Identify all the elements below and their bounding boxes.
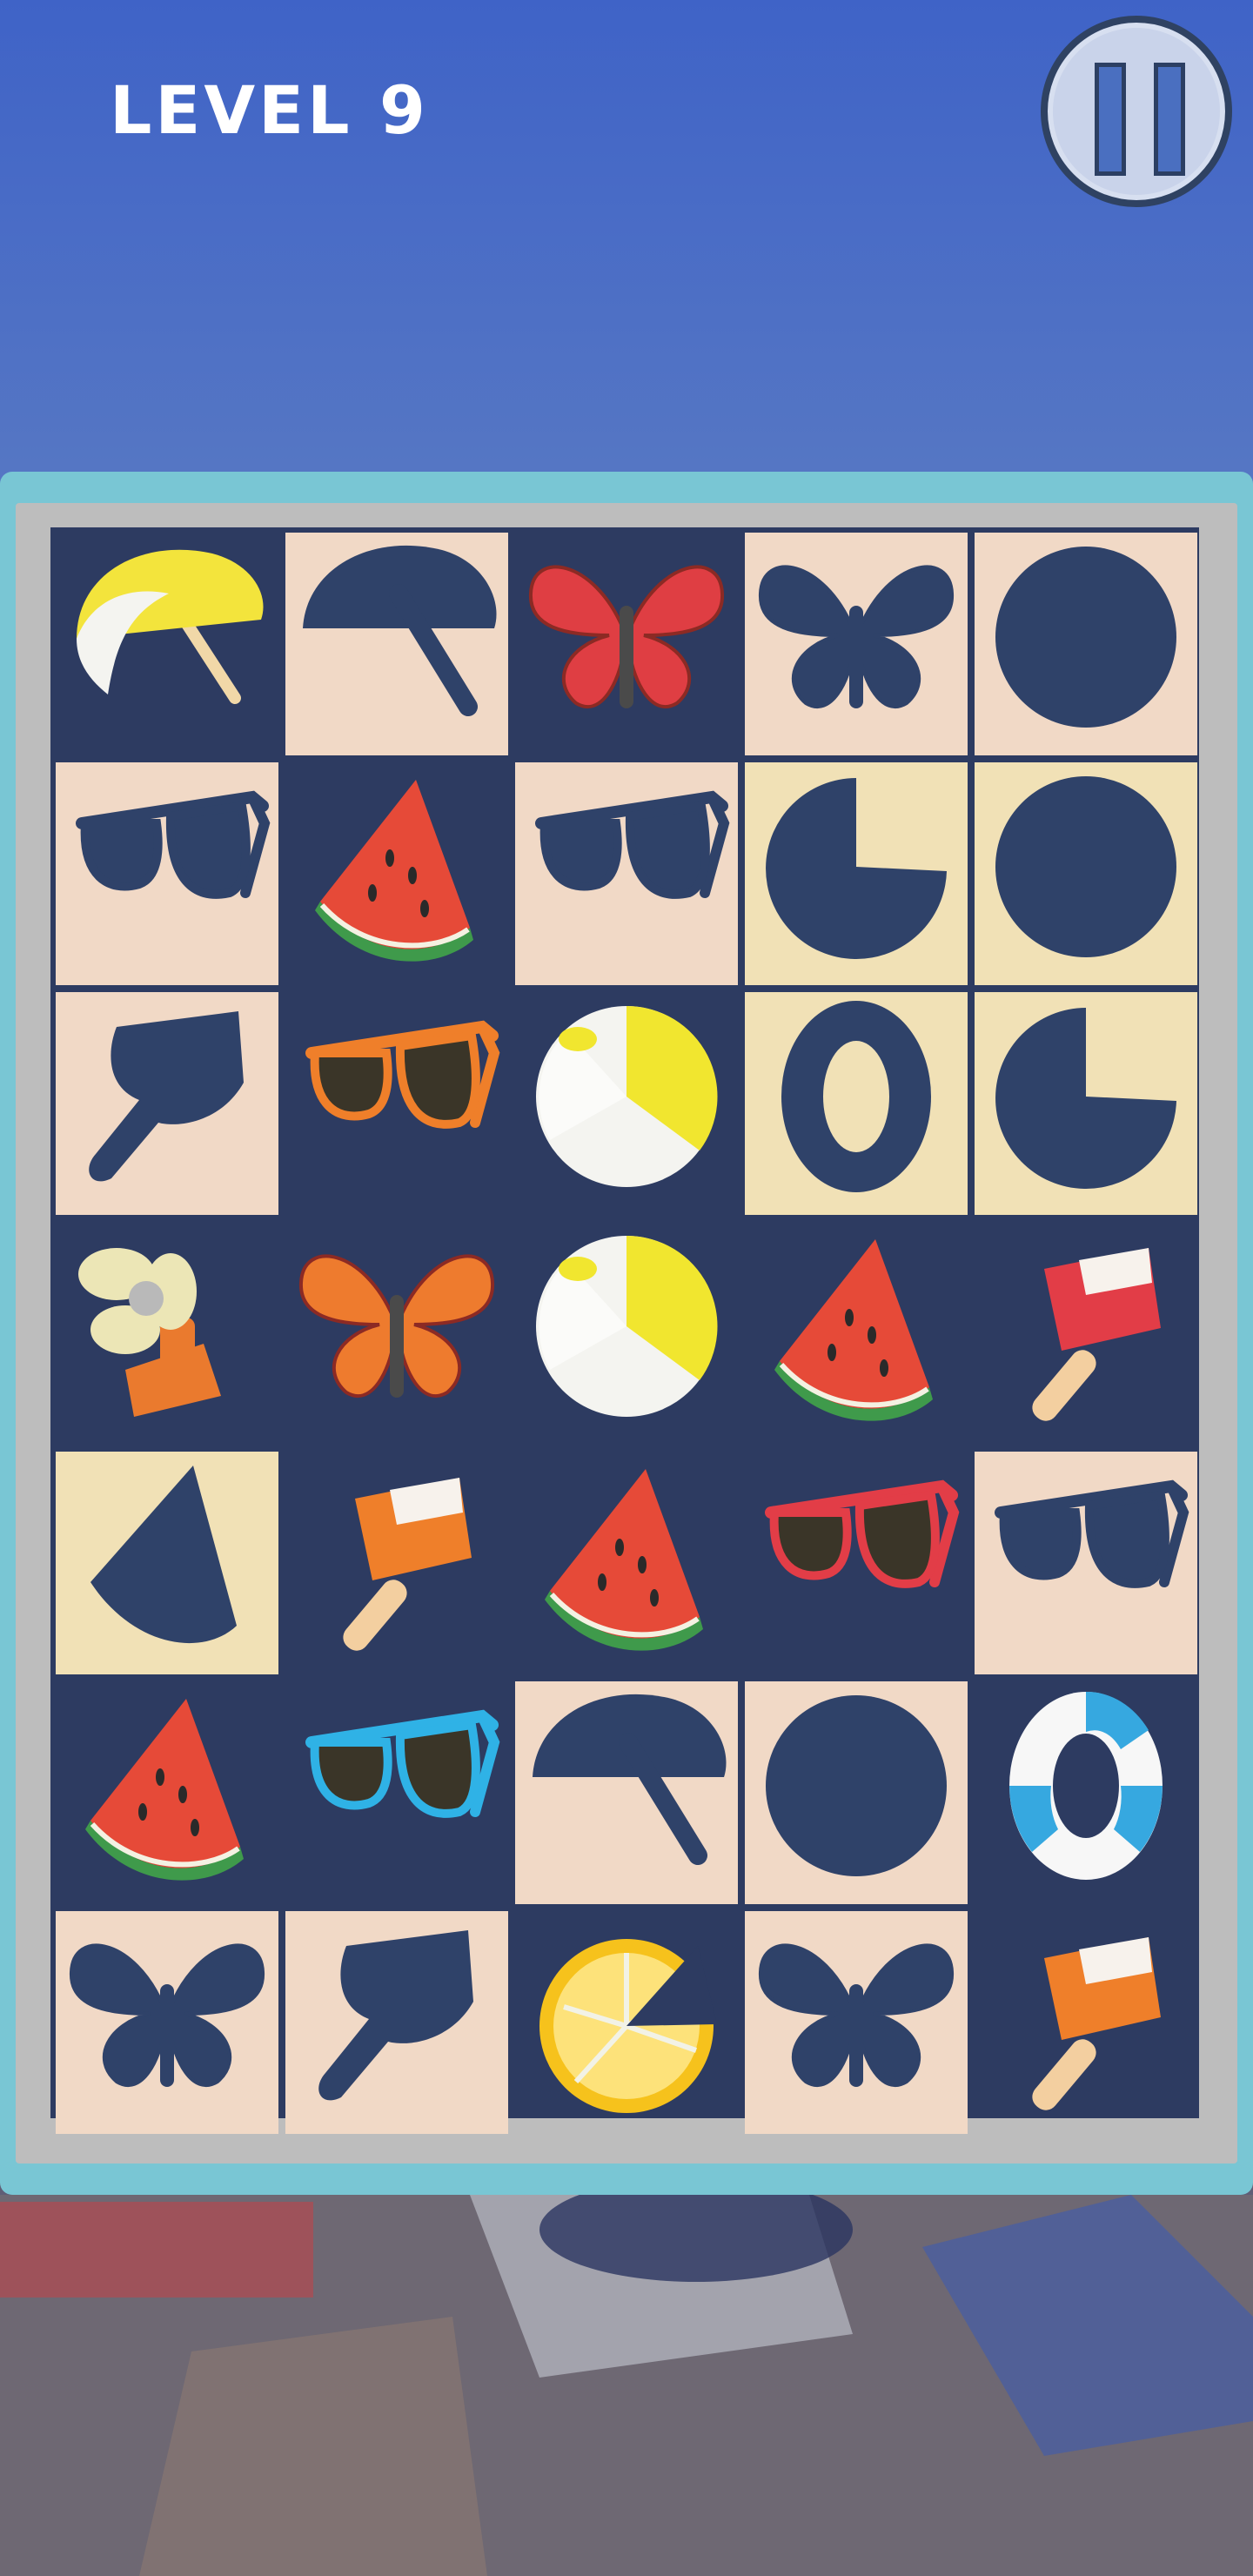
game-board bbox=[50, 527, 1199, 2134]
popsicle-icon bbox=[1032, 1937, 1161, 2110]
watermelon-icon bbox=[774, 1239, 933, 1421]
target-silhouette-ring bbox=[745, 992, 968, 1215]
sunglasses-icon bbox=[995, 1479, 1189, 1588]
target-silhouette-ball bbox=[745, 1681, 968, 1904]
game-item-popsicle[interactable] bbox=[975, 1222, 1197, 1445]
popsicle-icon bbox=[343, 1478, 472, 1651]
game-item-ball[interactable] bbox=[515, 992, 738, 1215]
target-silhouette-ball bbox=[975, 762, 1197, 985]
game-item-watermelon[interactable] bbox=[56, 1681, 278, 1904]
target-silhouette-butterfly bbox=[745, 1911, 968, 2134]
game-item-fan[interactable] bbox=[56, 1222, 278, 1445]
sunglasses-icon bbox=[765, 1479, 960, 1588]
lemon-icon bbox=[766, 778, 947, 959]
pause-icon-bar-left bbox=[1095, 63, 1126, 176]
ball-icon bbox=[536, 1005, 718, 1187]
watermelon-icon bbox=[85, 1699, 244, 1881]
target-silhouette-popsicle bbox=[56, 992, 278, 1215]
ball-icon bbox=[995, 776, 1176, 957]
ring-icon bbox=[781, 1001, 931, 1192]
target-silhouette-popsicle bbox=[285, 1911, 508, 2134]
popsicle-icon bbox=[1032, 1248, 1161, 1421]
butterfly-icon bbox=[69, 1943, 265, 2087]
game-item-popsicle[interactable] bbox=[975, 1911, 1197, 2134]
game-item-ball[interactable] bbox=[515, 1222, 738, 1445]
butterfly-icon bbox=[758, 1943, 955, 2087]
pause-button[interactable] bbox=[1041, 16, 1232, 207]
target-silhouette-ball bbox=[975, 533, 1197, 755]
sunglasses-icon bbox=[76, 790, 271, 899]
game-item-ring[interactable] bbox=[975, 1681, 1197, 1904]
popsicle-icon bbox=[318, 1930, 473, 2101]
level-title: LEVEL 9 bbox=[110, 71, 429, 149]
game-item-sunglasses[interactable] bbox=[745, 1452, 968, 1674]
game-item-sunglasses[interactable] bbox=[285, 1681, 508, 1904]
game-item-sunglasses[interactable] bbox=[285, 992, 508, 1215]
target-silhouette-umbrella bbox=[285, 533, 508, 755]
ball-icon bbox=[995, 547, 1176, 728]
watermelon-icon bbox=[315, 780, 473, 962]
ball-icon bbox=[766, 1695, 947, 1876]
umbrella-icon bbox=[533, 1694, 727, 1865]
sunglasses-icon bbox=[305, 1020, 500, 1129]
game-item-watermelon[interactable] bbox=[285, 762, 508, 985]
sunglasses-icon bbox=[305, 1709, 500, 1818]
watermelon-icon bbox=[90, 1466, 237, 1644]
lemon-icon bbox=[995, 1008, 1176, 1189]
target-silhouette-sunglasses bbox=[56, 762, 278, 985]
target-silhouette-sunglasses bbox=[515, 762, 738, 985]
game-item-butterfly[interactable] bbox=[285, 1222, 508, 1445]
fan-icon bbox=[78, 1248, 221, 1417]
ring-icon bbox=[1009, 1691, 1163, 1880]
ball-icon bbox=[536, 1235, 718, 1417]
game-item-watermelon[interactable] bbox=[515, 1452, 738, 1674]
game-item-watermelon[interactable] bbox=[745, 1222, 968, 1445]
popsicle-icon bbox=[89, 1011, 244, 1182]
umbrella-icon bbox=[303, 545, 497, 716]
game-item-lemon[interactable] bbox=[515, 1911, 738, 2134]
butterfly-icon bbox=[758, 565, 955, 708]
target-silhouette-sunglasses bbox=[975, 1452, 1197, 1674]
lemon-icon bbox=[539, 1939, 717, 2113]
watermelon-icon bbox=[545, 1469, 703, 1651]
butterfly-icon bbox=[528, 565, 725, 708]
game-item-popsicle[interactable] bbox=[285, 1452, 508, 1674]
target-silhouette-butterfly bbox=[56, 1911, 278, 2134]
game-item-butterfly[interactable] bbox=[515, 533, 738, 755]
butterfly-icon bbox=[298, 1254, 495, 1398]
target-silhouette-lemon bbox=[975, 992, 1197, 1215]
target-silhouette-watermelon bbox=[56, 1452, 278, 1674]
target-silhouette-lemon bbox=[745, 762, 968, 985]
pause-icon-bar-right bbox=[1154, 63, 1185, 176]
umbrella-icon bbox=[77, 549, 264, 704]
target-silhouette-butterfly bbox=[745, 533, 968, 755]
game-item-umbrella[interactable] bbox=[56, 533, 278, 755]
blurred-floor-scene bbox=[0, 2195, 1253, 2576]
sunglasses-icon bbox=[535, 790, 730, 899]
target-silhouette-umbrella bbox=[515, 1681, 738, 1904]
